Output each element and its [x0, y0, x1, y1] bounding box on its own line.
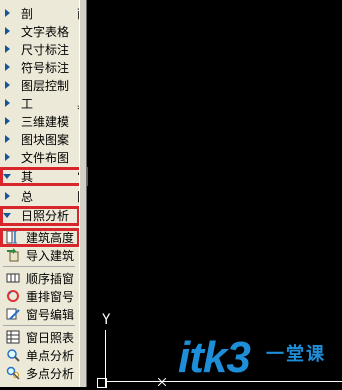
menu-category-text-table[interactable]: 文字表格 [0, 22, 79, 40]
import-building-icon [5, 248, 21, 262]
panel-scrollbar[interactable] [79, 0, 87, 387]
expand-arrow-icon [0, 135, 14, 143]
menu-category-label: 文字表格 [21, 24, 70, 39]
tool-renumber-window[interactable]: 重排窗号 [0, 287, 79, 305]
menu-category-label: 尺寸标注 [21, 42, 70, 57]
menu-category-label: 文件布图 [21, 150, 70, 165]
tool-label: 单点分析 [26, 348, 75, 363]
expand-arrow-icon [0, 192, 14, 200]
menu-category-symbol[interactable]: 符号标注 [0, 58, 79, 76]
tool-label: 顺序插窗 [26, 271, 75, 286]
expand-arrow-icon [0, 153, 14, 161]
tool-palette: 剖 面 文字表格 尺寸标注 符号标注 图层控制 工 具 三维建模 图块图案 文件… [0, 0, 89, 387]
tool-label: 重排窗号 [26, 289, 75, 304]
tool-insert-window[interactable]: 顺序插窗 [0, 269, 79, 287]
expand-arrow-icon [0, 81, 14, 89]
highlight-other [0, 167, 88, 186]
edit-window-number-icon [5, 307, 21, 321]
window-sunlight-table-icon [5, 330, 21, 344]
expand-arrow-icon [0, 117, 14, 125]
tool-multi-point-analysis[interactable]: 多点分析 [0, 364, 79, 382]
divider [3, 266, 75, 267]
tool-edit-window-number[interactable]: 窗号编辑 [0, 305, 79, 323]
tool-window-sunlight-table[interactable]: 窗日照表 [0, 328, 79, 346]
expand-arrow-icon [0, 99, 14, 107]
divider [3, 325, 75, 326]
menu-category-block[interactable]: 图块图案 [0, 130, 79, 148]
menu-category-general-plan[interactable]: 总 图 [0, 187, 89, 205]
menu-category-dimension[interactable]: 尺寸标注 [0, 40, 79, 58]
highlight-building-height [0, 228, 80, 247]
expand-arrow-icon [0, 27, 14, 35]
tool-label: 导入建筑 [26, 248, 75, 263]
menu-category-label: 符号标注 [21, 60, 70, 75]
watermark-logo: itk3 [178, 333, 251, 382]
menu-category-label: 图层控制 [21, 78, 70, 93]
y-axis-label: Y [102, 312, 111, 328]
menu-category-label: 剖 面 [21, 6, 106, 21]
tool-import-building[interactable]: 导入建筑 [0, 246, 79, 264]
renumber-window-icon [5, 289, 21, 303]
multi-point-analysis-icon [5, 366, 21, 380]
single-point-analysis-icon [5, 348, 21, 362]
menu-category-label: 总 图 [21, 189, 106, 204]
tool-label: 多点分析 [26, 366, 75, 381]
menu-category-section[interactable]: 剖 面 [0, 4, 89, 22]
highlight-sunlight [0, 206, 80, 226]
menu-category-3d[interactable]: 三维建模 [0, 112, 79, 130]
watermark-subtitle: 一堂课 [266, 344, 326, 365]
insert-window-icon [5, 271, 21, 285]
menu-category-layer[interactable]: 图层控制 [0, 76, 79, 94]
menu-category-label: 工 具 [21, 96, 106, 111]
expand-arrow-icon [0, 9, 14, 17]
menu-category-label: 三维建模 [21, 114, 70, 129]
tool-label: 窗日照表 [26, 330, 75, 345]
expand-arrow-icon [0, 45, 14, 53]
menu-category-tools[interactable]: 工 具 [0, 94, 89, 112]
tool-label: 窗号编辑 [26, 307, 75, 322]
tool-single-point-analysis[interactable]: 单点分析 [0, 346, 79, 364]
expand-arrow-icon [0, 63, 14, 71]
x-axis-marker [157, 371, 167, 387]
menu-category-layout[interactable]: 文件布图 [0, 148, 79, 166]
menu-category-label: 图块图案 [21, 132, 70, 147]
